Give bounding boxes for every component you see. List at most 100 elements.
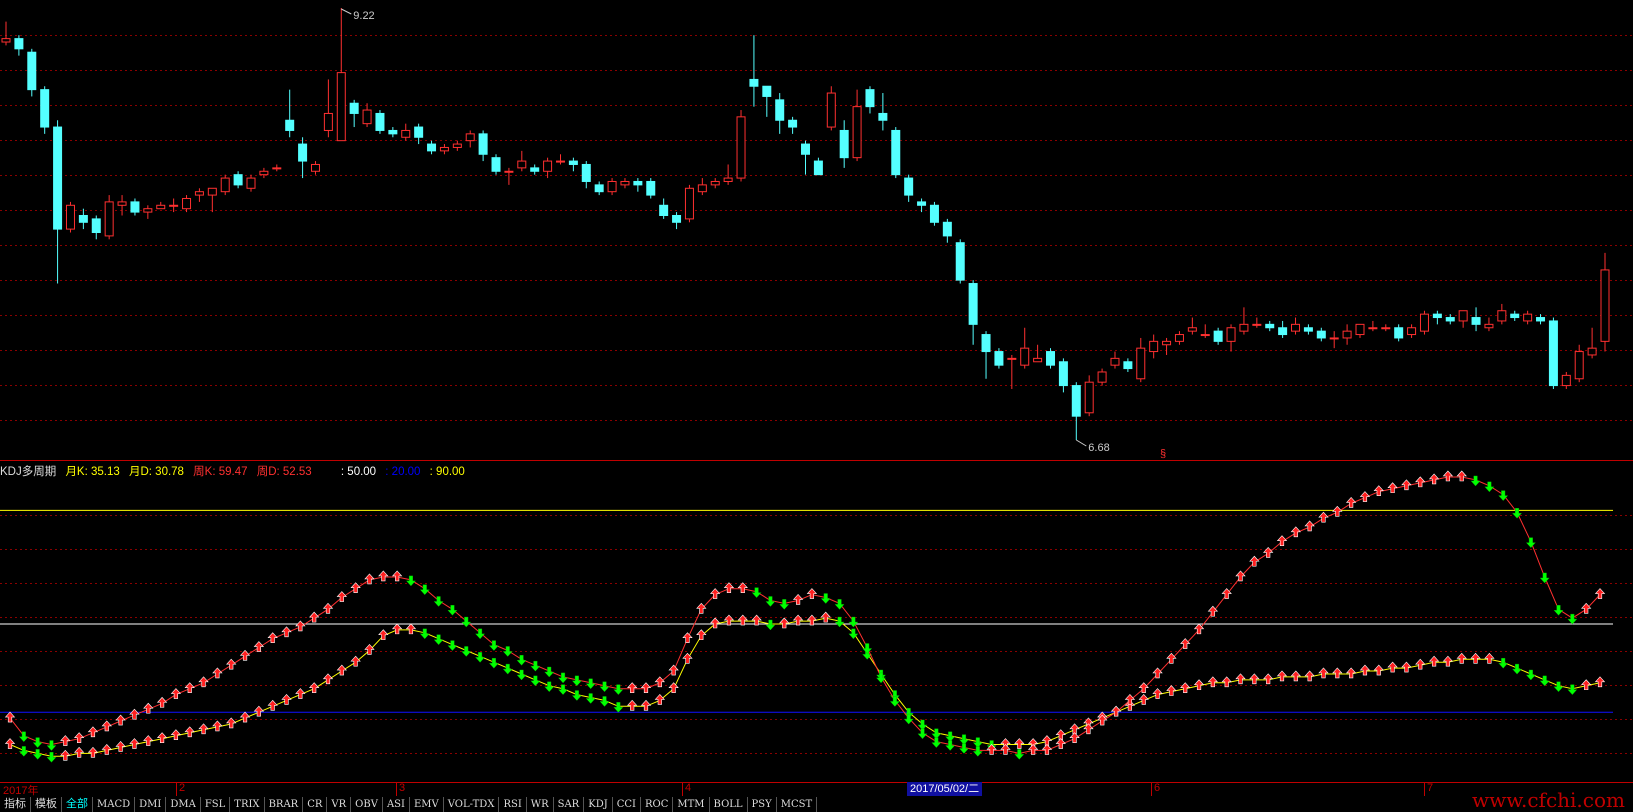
weekly-d-down-arrow [419, 628, 430, 640]
candle-body [581, 163, 591, 182]
weekly-d-down-arrow [1525, 669, 1536, 681]
tab-template[interactable]: 模板 [31, 797, 62, 812]
tab-wr[interactable]: WR [527, 797, 554, 812]
tab-indicator[interactable]: 指标 [0, 797, 31, 812]
tab-vol-tdx[interactable]: VOL-TDX [444, 797, 500, 812]
candle-body [1419, 313, 1429, 332]
tab-brar[interactable]: BRAR [265, 797, 304, 812]
weekly-d-down-arrow [461, 646, 472, 657]
candle-body [530, 167, 540, 172]
weekly-d-down-arrow [544, 681, 555, 693]
weekly-d-down-arrow [46, 752, 57, 763]
tab-kdj[interactable]: KDJ [584, 797, 613, 812]
candle-body [310, 163, 320, 172]
tab-roc[interactable]: ROC [641, 797, 674, 812]
candle-body [1252, 323, 1262, 326]
tab-all[interactable]: 全部 [62, 797, 93, 812]
readout-month-d: 月D: 30.78 [128, 466, 184, 478]
tab-psy[interactable]: PSY [748, 797, 777, 812]
candle-body [169, 204, 179, 207]
axis-label-mar: 3 [399, 782, 406, 794]
weekly-k-down-arrow [585, 678, 596, 690]
readout-line-20: : 20.00 [385, 466, 421, 478]
weekly-d-up-arrow [1442, 655, 1454, 667]
tab-fsl[interactable]: FSL [201, 797, 231, 812]
tab-cci[interactable]: CCI [613, 797, 641, 812]
weekly-k-up-arrow [87, 726, 99, 738]
tab-rsi[interactable]: RSI [499, 797, 527, 812]
candle-body [813, 160, 823, 176]
weekly-k-down-arrow [751, 587, 762, 598]
candle-body [633, 180, 643, 186]
kdj-svg [0, 470, 1633, 788]
candle-body [220, 177, 230, 193]
weekly-k-up-arrow [709, 588, 721, 599]
weekly-d-up-arrow [1262, 673, 1274, 685]
high-pointer [341, 8, 352, 15]
candle-body [194, 191, 204, 196]
weekly-d-down-arrow [571, 690, 582, 701]
weekly-d-up-arrow [226, 717, 237, 729]
candle-body [878, 112, 888, 121]
weekly-k-up-arrow [129, 708, 140, 720]
weekly-d-down-arrow [1498, 658, 1509, 669]
tab-mtm[interactable]: MTM [673, 797, 710, 812]
weekly-k-down-arrow [972, 746, 983, 757]
tab-macd[interactable]: MACD [93, 797, 136, 812]
weekly-d-up-arrow [198, 723, 209, 735]
tab-mcst[interactable]: MCST [777, 797, 818, 812]
tab-vr[interactable]: VR [327, 797, 352, 812]
candle-body [272, 167, 282, 170]
weekly-d-down-arrow [834, 616, 845, 628]
weekly-d-up-arrow [391, 623, 403, 635]
weekly-d-up-arrow [1193, 679, 1205, 691]
candle-body [246, 177, 256, 189]
weekly-d-up-arrow [1304, 670, 1315, 682]
weekly-d-down-arrow [502, 663, 513, 675]
selected-date: 2017/05/02/二 [907, 782, 983, 796]
candle-body [1278, 327, 1288, 336]
candle-body [452, 143, 462, 148]
weekly-k-up-arrow [682, 632, 693, 643]
tab-dmi[interactable]: DMI [135, 797, 167, 812]
candle-body [130, 201, 140, 213]
tab-boll[interactable]: BOLL [710, 797, 748, 812]
weekly-d-up-arrow [1166, 685, 1177, 696]
readout-month-k: 月K: 35.13 [65, 466, 120, 478]
weekly-d-up-arrow [101, 743, 112, 755]
kdj-indicator-panel[interactable]: KDJ多周期 月K: 35.13 月D: 30.78 周K: 59.47 周D:… [0, 461, 1633, 788]
weekly-k-up-arrow [1249, 555, 1260, 567]
candle-body [1471, 317, 1481, 325]
candle-body [1484, 323, 1494, 329]
weekly-d-up-arrow [1318, 667, 1329, 679]
weekly-k-down-arrow [18, 731, 29, 743]
candle-body [1213, 330, 1223, 342]
weekly-d-up-arrow [295, 688, 306, 699]
candle-body [1342, 330, 1352, 339]
candle-body [1587, 347, 1597, 356]
candle-body [401, 129, 411, 138]
tab-dma[interactable]: DMA [166, 797, 201, 812]
tab-obv[interactable]: OBV [351, 797, 383, 812]
weekly-k-up-arrow [1041, 743, 1053, 755]
weekly-d-up-arrow [267, 699, 278, 711]
weekly-k-down-arrow [1484, 481, 1495, 493]
tab-emv[interactable]: EMV [410, 797, 444, 812]
candle-body [233, 174, 243, 186]
weekly-k-up-arrow [1180, 638, 1191, 649]
weekly-d-up-arrow [640, 699, 652, 711]
candle-body [981, 334, 991, 353]
candle-body [955, 242, 965, 281]
candle-body [1162, 340, 1172, 346]
tab-asi[interactable]: ASI [383, 797, 410, 812]
tab-trix[interactable]: TRIX [230, 797, 265, 812]
candle-body [1136, 347, 1146, 380]
weekly-d-up-arrow [1456, 652, 1467, 664]
tab-cr[interactable]: CR [303, 797, 328, 812]
weekly-d-down-arrow [613, 702, 624, 713]
candlestick-chart[interactable]: 9.22 6.68 § [0, 0, 1633, 461]
axis-label-feb: 2 [179, 782, 186, 794]
weekly-k-up-arrow [281, 626, 292, 638]
tab-sar[interactable]: SAR [554, 797, 585, 812]
candle-body [349, 102, 359, 114]
